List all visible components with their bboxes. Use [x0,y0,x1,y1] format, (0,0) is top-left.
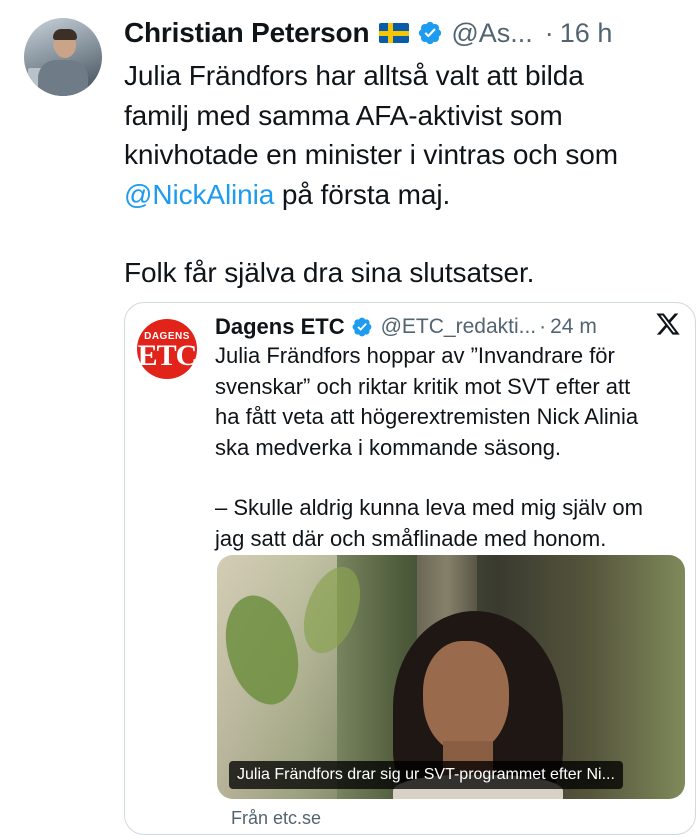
link-card-title: Julia Frändfors drar sig ur SVT-programm… [229,761,623,789]
tweet-text-line: Folk får själva dra sina slutsatser. [124,257,535,288]
quoted-tweet-text: Julia Frändfors hoppar av ”Invandrare fö… [215,341,687,554]
tweet-timestamp[interactable]: 16 h [560,18,613,49]
author-avatar[interactable] [24,18,102,96]
quoted-text-line: – Skulle aldrig kunna leva med mig själv… [215,495,643,520]
tweet-header: Christian Peterson @As... · 16 h [124,15,684,51]
author-handle[interactable]: @As... [451,18,532,49]
verified-badge-icon [419,21,442,45]
tweet-text-line: knivhotade en minister i vintras och som [124,139,618,170]
tweet-text-line: familj med samma AFA-aktivist som [124,99,563,131]
quoted-timestamp[interactable]: 24 m [550,315,597,339]
swedish-flag-icon [379,23,410,43]
author-name[interactable]: Christian Peterson [124,17,370,49]
quoted-author-name[interactable]: Dagens ETC [215,314,345,340]
mention-link[interactable]: @NickAlinia [124,179,274,210]
quoted-text-line: jag satt där och småflinade med honom. [215,525,607,551]
separator-dot: · [544,17,554,48]
tweet-text-fragment: på första maj. [274,178,451,210]
dagens-etc-logo[interactable]: DAGENS ETC [137,319,197,379]
tweet-text-line: Julia Frändfors har alltså valt att bild… [124,60,584,91]
logo-text-main: ETC [137,339,198,372]
quoted-text-line: Julia Frändfors hoppar av ”Invandrare fö… [215,343,615,368]
separator-dot: · [539,315,547,338]
quoted-tweet[interactable]: DAGENS ETC Dagens ETC @ETC_redakti... · … [124,302,696,835]
quoted-text-line: ha fått veta att högerextremisten Nick A… [215,404,639,429]
quoted-text-line: ska medverka i kommande säsong. [215,434,562,460]
tweet-text: Julia Frändfors har alltså valt att bild… [124,56,696,293]
link-card-image[interactable]: Julia Frändfors drar sig ur SVT-programm… [217,555,685,799]
quoted-text-line: svenskar” och riktar kritik mot SVT efte… [215,373,631,399]
x-logo-icon [656,313,680,335]
verified-badge-icon [352,317,371,337]
quoted-author-handle[interactable]: @ETC_redakti... [381,315,537,339]
tweet-text-line: @NickAlinia på första maj. [124,175,696,215]
link-source[interactable]: Från etc.se [231,808,321,829]
quoted-tweet-header: Dagens ETC @ETC_redakti... · 24 m [215,311,597,343]
